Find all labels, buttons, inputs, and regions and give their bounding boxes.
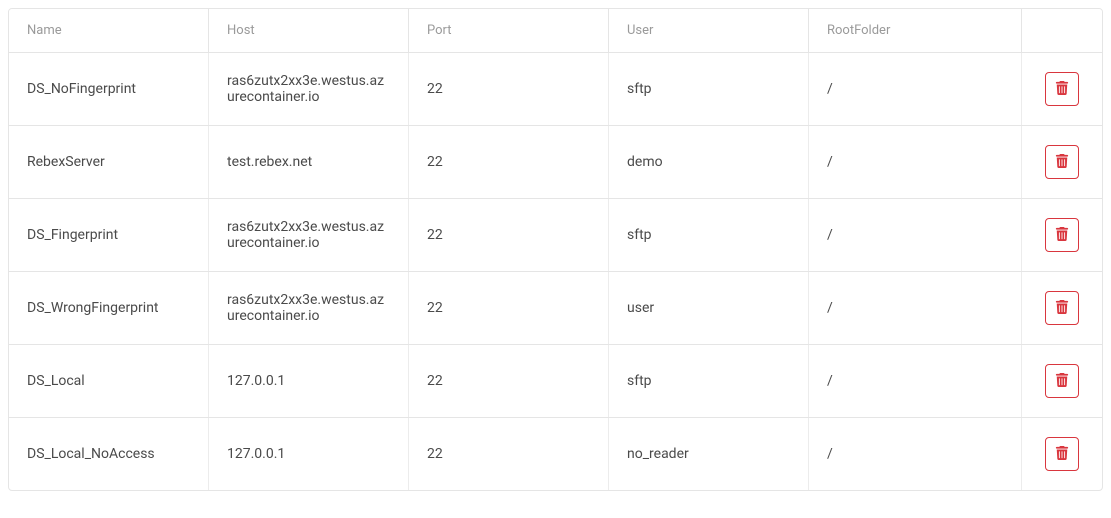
header-host[interactable]: Host bbox=[209, 9, 409, 52]
header-user[interactable]: User bbox=[609, 9, 809, 52]
trash-icon bbox=[1055, 154, 1069, 171]
cell-host: ras6zutx2xx3e.westus.azurecontainer.io bbox=[209, 53, 409, 125]
cell-name: RebexServer bbox=[9, 126, 209, 198]
connections-table: Name Host Port User RootFolder DS_NoFing… bbox=[8, 8, 1103, 491]
trash-icon bbox=[1055, 300, 1069, 317]
cell-actions bbox=[1022, 345, 1102, 417]
cell-host: 127.0.0.1 bbox=[209, 345, 409, 417]
cell-name: DS_Local_NoAccess bbox=[9, 418, 209, 490]
table-row: DS_WrongFingerprintras6zutx2xx3e.westus.… bbox=[9, 272, 1102, 345]
cell-name: DS_Local bbox=[9, 345, 209, 417]
delete-button[interactable] bbox=[1045, 145, 1079, 179]
trash-icon bbox=[1055, 373, 1069, 390]
cell-name: DS_NoFingerprint bbox=[9, 53, 209, 125]
cell-user: sftp bbox=[609, 345, 809, 417]
header-port[interactable]: Port bbox=[409, 9, 609, 52]
cell-actions bbox=[1022, 418, 1102, 490]
cell-port: 22 bbox=[409, 126, 609, 198]
header-name[interactable]: Name bbox=[9, 9, 209, 52]
cell-host: ras6zutx2xx3e.westus.azurecontainer.io bbox=[209, 272, 409, 344]
cell-rootfolder: / bbox=[809, 199, 1022, 271]
table-header-row: Name Host Port User RootFolder bbox=[9, 9, 1102, 53]
trash-icon bbox=[1055, 446, 1069, 463]
delete-button[interactable] bbox=[1045, 364, 1079, 398]
cell-port: 22 bbox=[409, 345, 609, 417]
header-actions bbox=[1022, 9, 1102, 52]
cell-user: user bbox=[609, 272, 809, 344]
header-rootfolder[interactable]: RootFolder bbox=[809, 9, 1022, 52]
cell-rootfolder: / bbox=[809, 126, 1022, 198]
cell-user: no_reader bbox=[609, 418, 809, 490]
table-row: DS_Local127.0.0.122sftp/ bbox=[9, 345, 1102, 418]
table-row: DS_Local_NoAccess127.0.0.122no_reader/ bbox=[9, 418, 1102, 490]
table-body: DS_NoFingerprintras6zutx2xx3e.westus.azu… bbox=[9, 53, 1102, 490]
delete-button[interactable] bbox=[1045, 437, 1079, 471]
cell-actions bbox=[1022, 199, 1102, 271]
cell-rootfolder: / bbox=[809, 272, 1022, 344]
cell-rootfolder: / bbox=[809, 345, 1022, 417]
cell-name: DS_WrongFingerprint bbox=[9, 272, 209, 344]
cell-name: DS_Fingerprint bbox=[9, 199, 209, 271]
trash-icon bbox=[1055, 227, 1069, 244]
cell-port: 22 bbox=[409, 418, 609, 490]
cell-actions bbox=[1022, 53, 1102, 125]
cell-host: 127.0.0.1 bbox=[209, 418, 409, 490]
table-row: DS_Fingerprintras6zutx2xx3e.westus.azure… bbox=[9, 199, 1102, 272]
cell-port: 22 bbox=[409, 53, 609, 125]
cell-user: sftp bbox=[609, 199, 809, 271]
cell-host: test.rebex.net bbox=[209, 126, 409, 198]
table-row: RebexServertest.rebex.net22demo/ bbox=[9, 126, 1102, 199]
cell-port: 22 bbox=[409, 272, 609, 344]
trash-icon bbox=[1055, 81, 1069, 98]
cell-rootfolder: / bbox=[809, 53, 1022, 125]
cell-rootfolder: / bbox=[809, 418, 1022, 490]
cell-user: sftp bbox=[609, 53, 809, 125]
delete-button[interactable] bbox=[1045, 218, 1079, 252]
delete-button[interactable] bbox=[1045, 291, 1079, 325]
cell-user: demo bbox=[609, 126, 809, 198]
cell-port: 22 bbox=[409, 199, 609, 271]
delete-button[interactable] bbox=[1045, 72, 1079, 106]
cell-actions bbox=[1022, 272, 1102, 344]
cell-actions bbox=[1022, 126, 1102, 198]
cell-host: ras6zutx2xx3e.westus.azurecontainer.io bbox=[209, 199, 409, 271]
table-row: DS_NoFingerprintras6zutx2xx3e.westus.azu… bbox=[9, 53, 1102, 126]
